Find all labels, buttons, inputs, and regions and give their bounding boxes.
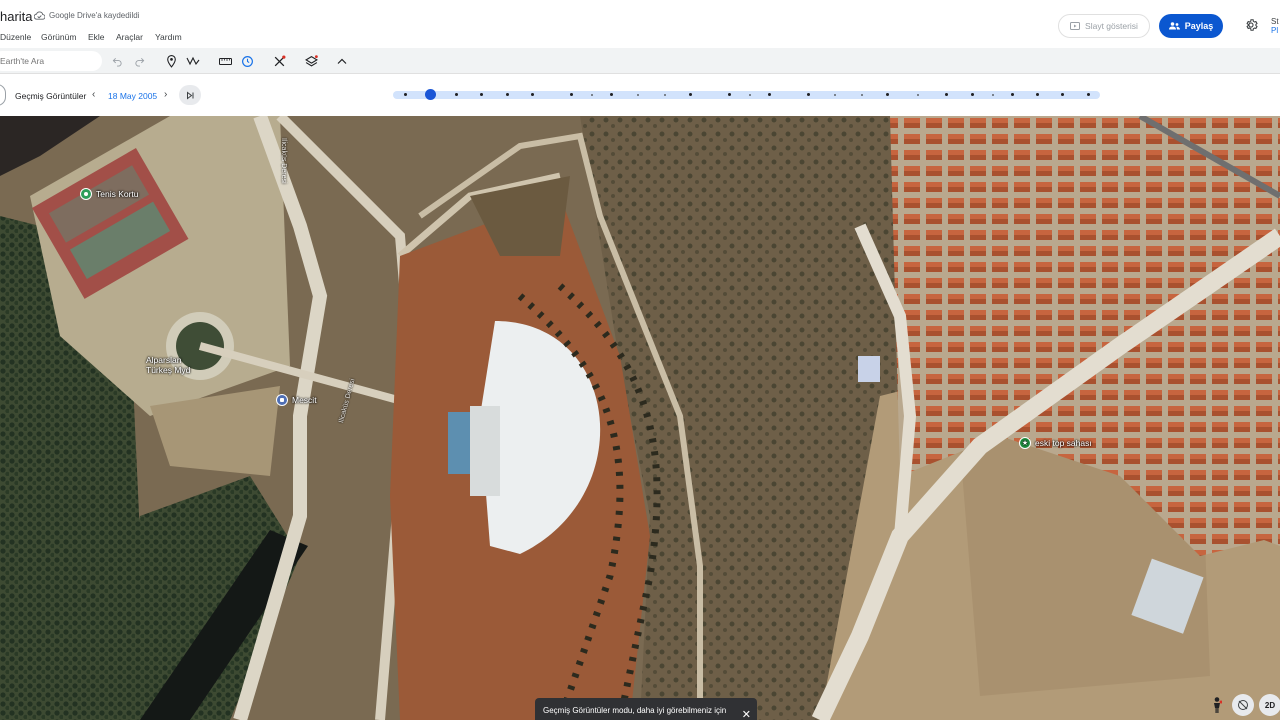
- app-header: harita Google Drive'a kaydedildi Düzenle…: [0, 0, 1280, 48]
- street-view-pegman[interactable]: [1206, 694, 1228, 716]
- slideshow-icon: [1070, 22, 1081, 30]
- timeline-tick[interactable]: [971, 93, 974, 96]
- user-initials: St: [1271, 17, 1279, 26]
- history-mode-toast: Geçmiş Görüntüler modu, daha iyi görebil…: [535, 698, 757, 720]
- history-current-date: 18 May 2005: [108, 91, 158, 101]
- timeline-minor-tick[interactable]: [860, 94, 863, 96]
- skip-next-icon: [186, 91, 193, 99]
- timeline-tick[interactable]: [1036, 93, 1039, 96]
- menu-tools[interactable]: Araçlar: [116, 32, 143, 42]
- timeline-minor-tick[interactable]: [663, 94, 666, 96]
- history-timeline[interactable]: 1985200520082009201020122013201420152016…: [393, 89, 1100, 123]
- toast-text: Geçmiş Görüntüler modu, daha iyi görebil…: [543, 706, 727, 715]
- timeline-tick[interactable]: [506, 93, 509, 96]
- cloud-done-icon: [34, 11, 45, 20]
- user-account[interactable]: St Pl: [1271, 17, 1279, 35]
- chevron-left-icon[interactable]: ‹: [92, 89, 95, 100]
- timeline-minor-tick[interactable]: [916, 94, 919, 96]
- path-icon[interactable]: [186, 54, 200, 68]
- menu-view[interactable]: Görünüm: [41, 32, 76, 42]
- timeline-thumb[interactable]: [425, 89, 436, 100]
- star-icon: ★: [1019, 437, 1031, 449]
- timeline-tick[interactable]: [886, 93, 889, 96]
- historical-imagery-bar: Geçmiş Görüntüler ‹ 18 May 2005 › 198520…: [0, 76, 1280, 123]
- drive-save-status: Google Drive'a kaydedildi: [34, 11, 139, 20]
- timeline-tick[interactable]: [480, 93, 483, 96]
- history-icon[interactable]: [240, 54, 254, 68]
- timeline-tick[interactable]: [610, 93, 613, 96]
- timeline-tick[interactable]: [531, 93, 534, 96]
- toolbar: [0, 48, 1280, 74]
- timeline-minor-tick[interactable]: [637, 94, 640, 96]
- slideshow-label: Slayt gösterisi: [1085, 21, 1138, 31]
- undo-icon[interactable]: [110, 54, 124, 68]
- timeline-tick[interactable]: [689, 93, 692, 96]
- project-title[interactable]: harita: [0, 9, 33, 24]
- close-icon[interactable]: ✕: [742, 708, 751, 720]
- ruler-icon[interactable]: [218, 54, 232, 68]
- menu-insert[interactable]: Ekle: [88, 32, 105, 42]
- place-mosque[interactable]: Mescit: [276, 394, 317, 406]
- pin-icon: [80, 188, 92, 200]
- view-mode-2d-button[interactable]: 2D: [1259, 694, 1280, 716]
- timeline-tick[interactable]: [1061, 93, 1064, 96]
- pegman-icon: [1214, 697, 1222, 713]
- gear-icon[interactable]: [1244, 18, 1258, 32]
- tools-icon[interactable]: [272, 54, 286, 68]
- drive-status-text: Google Drive'a kaydedildi: [49, 11, 140, 20]
- satellite-map[interactable]: Tenis Kortu Alparslan Türkeş Myd Mescit …: [0, 116, 1280, 720]
- share-label: Paylaş: [1184, 21, 1214, 31]
- timeline-tick[interactable]: [1087, 93, 1090, 96]
- timeline-minor-tick[interactable]: [834, 94, 837, 96]
- timeline-tick[interactable]: [1011, 93, 1014, 96]
- place-label: Tenis Kortu: [96, 189, 139, 199]
- skip-to-latest-button[interactable]: [179, 85, 201, 105]
- people-icon: [1168, 22, 1180, 30]
- timeline-tick[interactable]: [945, 93, 948, 96]
- share-button[interactable]: Paylaş: [1159, 14, 1223, 38]
- timeline-tick[interactable]: [728, 93, 731, 96]
- mosque-icon: [276, 394, 288, 406]
- timeline-tick[interactable]: [404, 93, 407, 96]
- history-toggle-button[interactable]: [0, 84, 6, 106]
- timeline-minor-tick[interactable]: [749, 94, 751, 96]
- road-label: Ilicaküs Deresi: [280, 138, 287, 184]
- compass-button[interactable]: [1232, 694, 1254, 716]
- timeline-minor-tick[interactable]: [591, 94, 593, 96]
- place-tennis-court[interactable]: Tenis Kortu: [80, 188, 139, 200]
- place-label: Mescit: [292, 395, 317, 405]
- redo-icon[interactable]: [132, 54, 146, 68]
- place-label: Alparslan Türkeş Myd: [146, 355, 191, 375]
- layers-icon[interactable]: [304, 54, 318, 68]
- history-label: Geçmiş Görüntüler: [15, 91, 87, 101]
- menu-edit[interactable]: Düzenle: [0, 32, 31, 42]
- chevron-right-icon[interactable]: ›: [164, 89, 167, 100]
- menu-help[interactable]: Yardım: [155, 32, 182, 42]
- timeline-minor-tick[interactable]: [992, 94, 994, 96]
- timeline-tick[interactable]: [570, 93, 573, 96]
- timeline-tick[interactable]: [768, 93, 771, 96]
- chevron-up-icon[interactable]: [335, 54, 349, 68]
- place-park[interactable]: Alparslan Türkeş Myd: [146, 355, 190, 375]
- slideshow-button[interactable]: Slayt gösterisi: [1058, 14, 1150, 38]
- timeline-tick[interactable]: [455, 93, 458, 96]
- placemark-icon[interactable]: [164, 54, 178, 68]
- place-old-football-field[interactable]: ★ eski top sahası: [1019, 437, 1092, 449]
- compass-off-icon: [1238, 700, 1248, 710]
- satellite-imagery: [0, 116, 1280, 720]
- user-sub: Pl: [1271, 26, 1279, 35]
- timeline-tick[interactable]: [807, 93, 810, 96]
- search-input[interactable]: [0, 51, 102, 71]
- place-label: eski top sahası: [1035, 438, 1092, 448]
